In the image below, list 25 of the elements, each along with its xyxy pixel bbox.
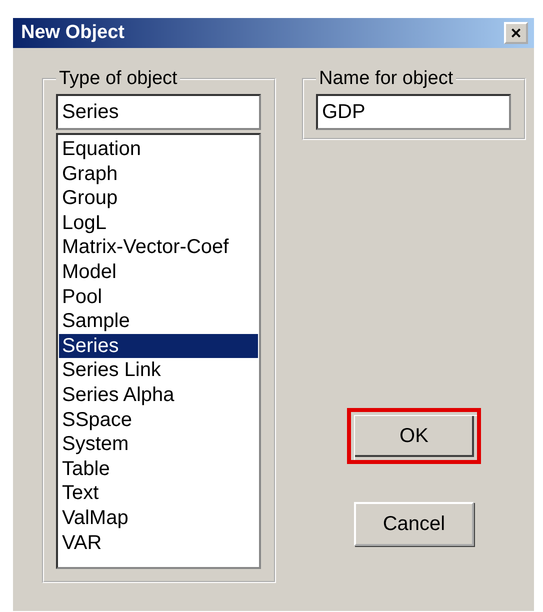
dialog-button[interactable]: OK bbox=[347, 408, 481, 464]
dialog-button[interactable]: Cancel bbox=[354, 502, 474, 546]
list-item[interactable]: Equation bbox=[59, 137, 258, 162]
type-input-field[interactable]: Series bbox=[56, 94, 261, 130]
list-item[interactable]: ValMap bbox=[59, 506, 258, 530]
list-item[interactable]: Series Alpha bbox=[59, 382, 258, 408]
list-item[interactable]: Matrix-Vector-Coef bbox=[59, 235, 258, 260]
list-item[interactable]: Table bbox=[59, 456, 258, 482]
list-item[interactable]: System bbox=[59, 432, 258, 457]
list-item[interactable]: VAR bbox=[59, 530, 258, 556]
close-button[interactable]: × bbox=[504, 22, 528, 44]
list-item[interactable]: SSpace bbox=[59, 408, 258, 432]
list-item[interactable]: Group bbox=[59, 186, 258, 211]
list-item[interactable]: Sample bbox=[59, 309, 258, 334]
list-item[interactable]: Graph bbox=[59, 162, 258, 186]
group-label: Name for object bbox=[318, 68, 454, 90]
list-item[interactable]: Text bbox=[59, 481, 258, 506]
list-item[interactable]: Series Link bbox=[59, 358, 258, 383]
list-item[interactable]: Pool bbox=[59, 284, 258, 310]
group-label: Type of object bbox=[58, 68, 178, 90]
window-title: New Object bbox=[21, 22, 124, 44]
list-item[interactable]: LogL bbox=[59, 210, 258, 236]
list-item[interactable]: Series bbox=[59, 334, 258, 358]
list-item[interactable]: Model bbox=[59, 260, 258, 285]
name-input-field[interactable]: GDP bbox=[316, 94, 511, 130]
